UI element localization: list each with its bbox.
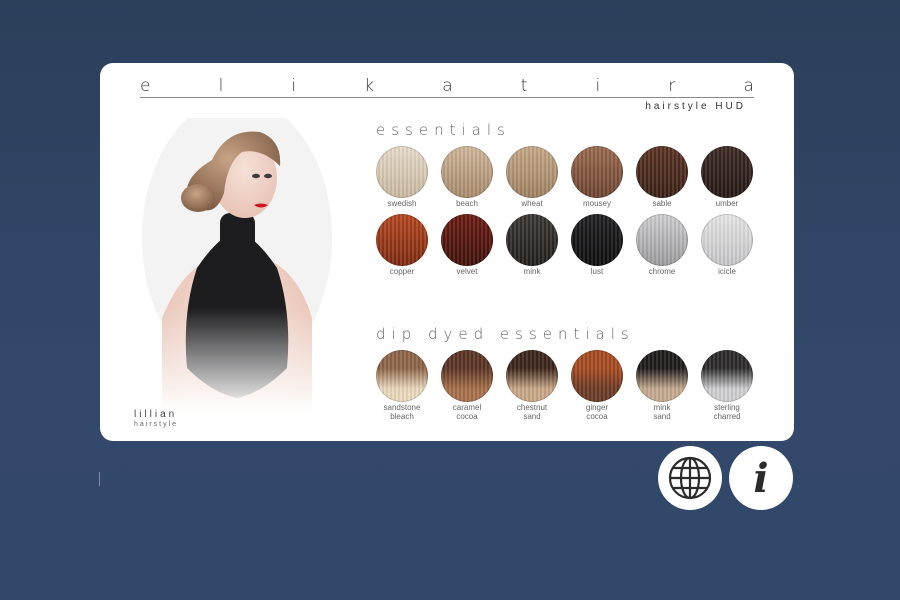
swatch-label: beach <box>456 199 478 208</box>
essentials-swatch-beach[interactable]: beach <box>441 146 493 214</box>
hair-color-swatch-icon <box>571 214 623 266</box>
dip-dyed-title: dip dyed essentials <box>376 325 635 343</box>
swatch-label: chestnut sand <box>516 403 548 421</box>
essentials-swatch-umber[interactable]: umber <box>701 146 753 214</box>
brand-letter: a <box>743 76 754 96</box>
dip-dyed-swatch-sterling-charred[interactable]: sterling charred <box>701 350 753 421</box>
essentials-swatch-icicle[interactable]: icicle <box>701 214 753 282</box>
hud-panel: e l i k a t i r a hairstyle HUD lillian hairstyl… <box>100 63 794 441</box>
info-button[interactable]: i <box>729 446 793 510</box>
swatch-label: mink sand <box>653 403 671 421</box>
hair-color-swatch-icon <box>636 214 688 266</box>
brand-letter: k <box>364 76 375 96</box>
essentials-swatch-grid: swedish beach wheat mousey sable umber copper v… <box>376 146 776 282</box>
hair-color-swatch-icon <box>441 214 493 266</box>
swatch-label: ginger cocoa <box>585 403 609 421</box>
swatch-label: velvet <box>456 267 478 276</box>
dip-dyed-swatch-mink-sand[interactable]: mink sand <box>636 350 688 421</box>
hair-color-swatch-icon <box>376 146 428 198</box>
dip-dyed-swatch-caramel-cocoa[interactable]: caramel cocoa <box>441 350 493 421</box>
website-button[interactable] <box>658 446 722 510</box>
swatch-label: sterling charred <box>713 403 741 421</box>
swatch-label: wheat <box>521 199 543 208</box>
swatch-label: swedish <box>387 199 417 208</box>
hair-color-swatch-icon <box>636 350 688 402</box>
swatch-label: sable <box>652 199 672 208</box>
essentials-swatch-velvet[interactable]: velvet <box>441 214 493 282</box>
essentials-swatch-mink[interactable]: mink <box>506 214 558 282</box>
hair-color-swatch-icon <box>701 214 753 266</box>
brand-letter: a <box>442 76 453 96</box>
brand-letter: i <box>291 76 297 96</box>
hair-color-swatch-icon <box>441 350 493 402</box>
essentials-title: essentials <box>376 121 511 139</box>
brand-letter: l <box>218 76 224 96</box>
essentials-swatch-chrome[interactable]: chrome <box>636 214 688 282</box>
swatch-label: lust <box>590 267 604 276</box>
brand-divider <box>140 97 754 98</box>
divider-tick <box>99 472 100 486</box>
swatch-label: chrome <box>648 267 676 276</box>
hair-color-swatch-icon <box>701 350 753 402</box>
dip-dyed-swatch-grid: sandstone bleach caramel cocoa chestnut sa… <box>376 350 776 421</box>
hair-color-swatch-icon <box>506 350 558 402</box>
hair-color-swatch-icon <box>376 214 428 266</box>
style-name: lillian <box>134 409 178 420</box>
hair-color-swatch-icon <box>506 146 558 198</box>
hair-color-swatch-icon <box>376 350 428 402</box>
brand-letter: t <box>520 76 528 96</box>
style-subtitle: hairstyle <box>134 421 179 428</box>
essentials-swatch-lust[interactable]: lust <box>571 214 623 282</box>
swatch-label: mousey <box>582 199 611 208</box>
hair-color-swatch-icon <box>506 214 558 266</box>
essentials-swatch-mousey[interactable]: mousey <box>571 146 623 214</box>
dip-dyed-swatch-sandstone-bleach[interactable]: sandstone bleach <box>376 350 428 421</box>
brand-letter: r <box>668 76 676 96</box>
swatch-label: copper <box>389 267 415 276</box>
swatch-label: caramel cocoa <box>452 403 482 421</box>
essentials-swatch-copper[interactable]: copper <box>376 214 428 282</box>
hair-color-swatch-icon <box>441 146 493 198</box>
brand-letter: i <box>595 76 601 96</box>
essentials-swatch-sable[interactable]: sable <box>636 146 688 214</box>
hair-color-swatch-icon <box>571 350 623 402</box>
essentials-swatch-swedish[interactable]: swedish <box>376 146 428 214</box>
dip-dyed-swatch-ginger-cocoa[interactable]: ginger cocoa <box>571 350 623 421</box>
hair-color-swatch-icon <box>571 146 623 198</box>
swatch-label: mink <box>523 267 541 276</box>
swatch-label: icicle <box>718 267 736 276</box>
essentials-swatch-wheat[interactable]: wheat <box>506 146 558 214</box>
hud-subtitle: hairstyle HUD <box>645 101 746 112</box>
info-icon: i <box>753 454 769 502</box>
brand-title: elikatira <box>140 75 754 97</box>
brand-letter: e <box>140 76 151 96</box>
globe-icon <box>668 456 712 500</box>
swatch-label: sandstone bleach <box>383 403 421 421</box>
hair-color-swatch-icon <box>701 146 753 198</box>
dip-dyed-swatch-chestnut-sand[interactable]: chestnut sand <box>506 350 558 421</box>
model-portrait <box>142 118 332 413</box>
hair-color-swatch-icon <box>636 146 688 198</box>
swatch-label: umber <box>715 199 739 208</box>
